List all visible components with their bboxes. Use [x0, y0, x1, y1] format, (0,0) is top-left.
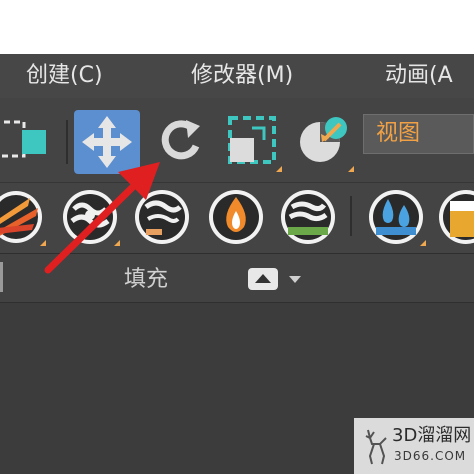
placement-button[interactable]	[294, 112, 354, 172]
rotate-icon	[161, 120, 200, 160]
scale-button[interactable]	[222, 112, 282, 172]
watermark-url: 3D66.COM	[394, 449, 467, 463]
smoke-icon	[135, 190, 189, 244]
smoke-button[interactable]	[60, 187, 120, 247]
liquid-icon	[439, 190, 474, 244]
chevron-down-icon[interactable]	[289, 276, 301, 283]
scale-icon	[228, 116, 276, 164]
flyout-indicator	[348, 166, 354, 172]
deer-logo-icon	[365, 429, 387, 465]
fire-effect-button[interactable]	[0, 188, 52, 246]
liquid-button[interactable]	[436, 187, 474, 247]
ribbon-divider	[0, 262, 3, 292]
flame-button[interactable]	[206, 187, 266, 247]
rotate-button[interactable]	[152, 112, 210, 170]
menu-bar: 创建(C) 修改器(M) 动画(A	[0, 54, 474, 99]
flyout-indicator	[40, 240, 46, 246]
menu-animation[interactable]: 动画(A	[385, 62, 453, 90]
smoke-icon	[63, 190, 117, 244]
fire-effect-icon	[0, 191, 42, 243]
water-icon	[369, 190, 423, 244]
toolbar-separator	[350, 196, 352, 236]
mist-icon	[281, 190, 335, 244]
menu-modifiers[interactable]: 修改器(M)	[191, 62, 293, 90]
watermark: 3D溜溜网 3D66.COM	[354, 418, 474, 474]
flyout-indicator	[276, 166, 282, 172]
toolbar-separator	[66, 120, 68, 164]
mist-button[interactable]	[278, 187, 338, 247]
move-icon	[82, 116, 132, 168]
fill-tab[interactable]: 填充	[124, 266, 168, 294]
move-button[interactable]	[74, 110, 140, 174]
flyout-indicator	[114, 240, 120, 246]
triangle-up-icon	[255, 274, 271, 283]
select-region-icon[interactable]	[0, 116, 52, 168]
placement-icon	[300, 117, 347, 162]
window-top-area	[0, 0, 474, 54]
ribbon-bar	[0, 254, 474, 303]
smoke-trail-button[interactable]	[132, 187, 192, 247]
menu-create[interactable]: 创建(C)	[26, 62, 103, 90]
watermark-title: 3D溜溜网	[392, 425, 472, 446]
flyout-indicator	[420, 240, 426, 246]
flame-icon	[209, 190, 263, 244]
ribbon-toggle-button[interactable]	[248, 268, 278, 290]
reference-coordinate-dropdown[interactable]: 视图	[363, 114, 474, 154]
water-button[interactable]	[366, 187, 426, 247]
